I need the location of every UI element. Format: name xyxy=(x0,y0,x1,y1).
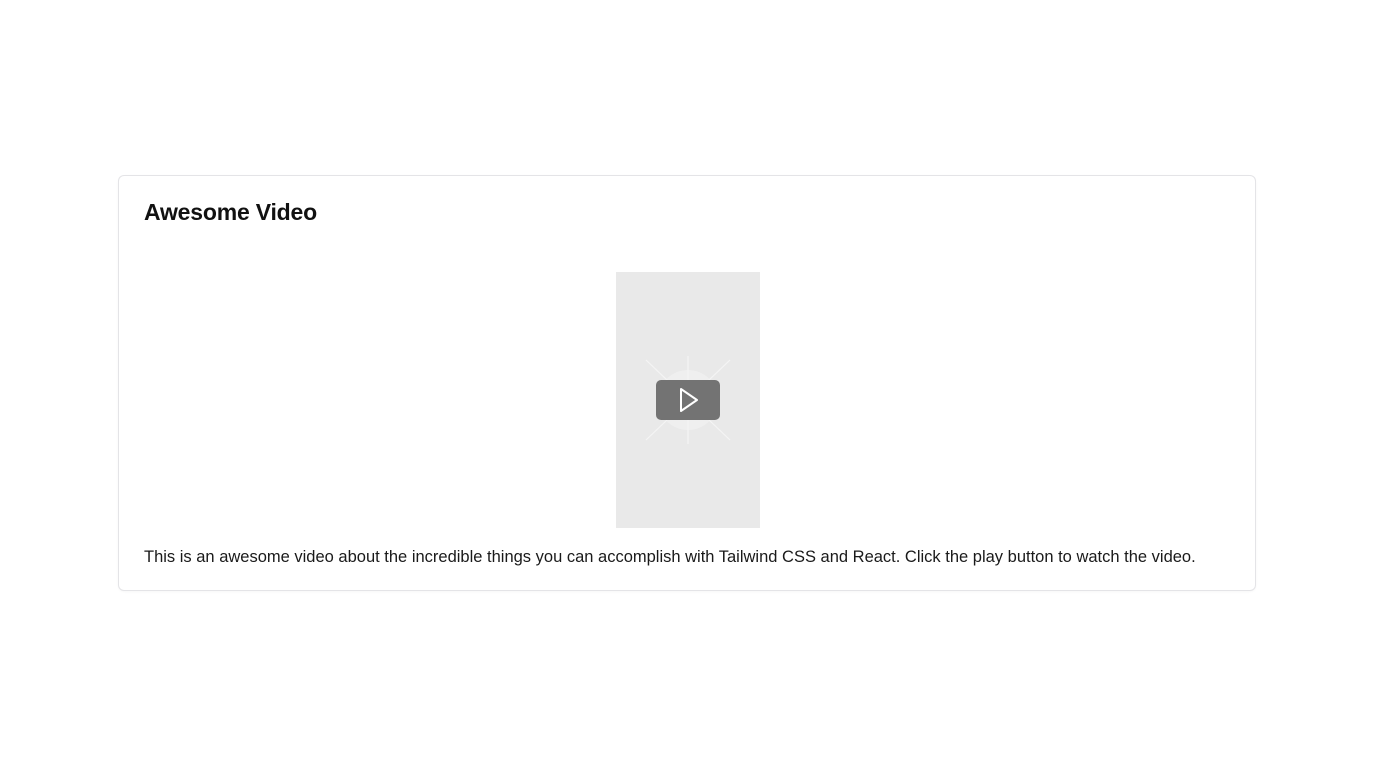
play-button[interactable] xyxy=(656,380,720,420)
video-player[interactable] xyxy=(616,272,760,528)
page: Awesome Video This is an awesome video a… xyxy=(0,0,1376,768)
card-title: Awesome Video xyxy=(144,199,317,225)
play-icon xyxy=(680,388,698,412)
card-description: This is an awesome video about the incre… xyxy=(144,548,1196,566)
video-card: Awesome Video This is an awesome video a… xyxy=(118,175,1256,591)
